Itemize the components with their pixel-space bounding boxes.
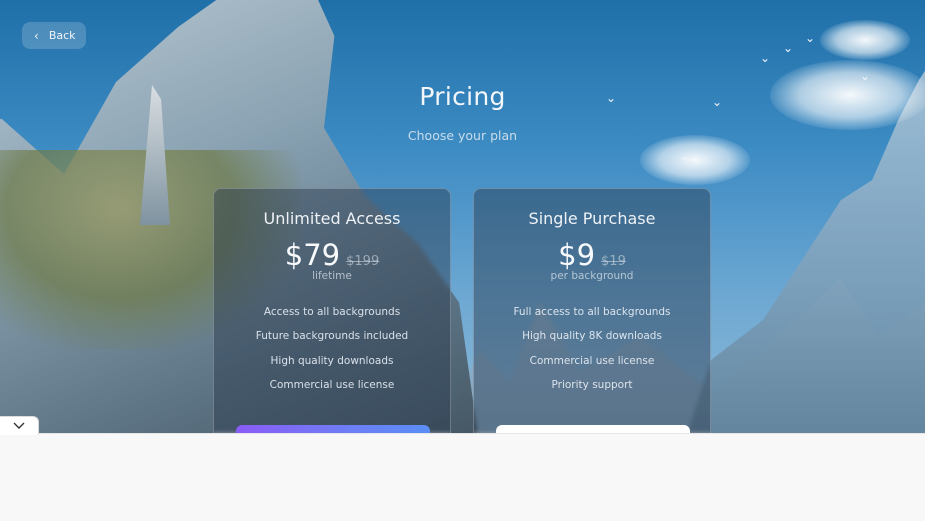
feature-item: Priority support — [551, 378, 633, 391]
plan-old-price: $19 — [601, 254, 626, 269]
chevron-down-icon — [13, 422, 25, 429]
feature-item: High quality 8K downloads — [522, 330, 662, 343]
feature-item: Commercial use license — [269, 378, 395, 391]
plan-name: Unlimited Access — [263, 209, 401, 228]
plan-name: Single Purchase — [528, 209, 656, 228]
feature-item: Access to all backgrounds — [263, 306, 401, 318]
bird-icon: ⌄ — [680, 149, 691, 163]
feature-item: Future backgrounds included — [255, 330, 409, 343]
feature-item: Commercial use license — [529, 354, 655, 367]
bird-icon: ⌄ — [805, 31, 816, 45]
bird-icon: ⌄ — [760, 51, 771, 65]
price-row: $9 $19 — [474, 238, 710, 272]
feature-list: Access to all backgrounds Future backgro… — [214, 305, 450, 402]
back-label: Back — [48, 29, 76, 42]
plan-price: $9 — [558, 238, 596, 272]
bottom-panel — [0, 433, 925, 521]
price-row: $79 $199 — [214, 238, 450, 272]
plan-old-price: $199 — [346, 254, 380, 269]
collapse-toggle[interactable] — [0, 416, 39, 435]
feature-item: High quality downloads — [270, 354, 394, 367]
plan-price: $79 — [284, 238, 341, 272]
plan-period: per background — [550, 270, 634, 282]
plan-card-unlimited: Unlimited Access $79 $199 lifetime Acces… — [213, 188, 451, 455]
bird-icon: ⌄ — [783, 41, 794, 55]
feature-list: Full access to all backgrounds High qual… — [474, 305, 710, 402]
cloud — [820, 20, 910, 60]
feature-item: Full access to all backgrounds — [513, 306, 671, 318]
plan-period: lifetime — [312, 270, 352, 282]
page-title: Pricing — [419, 82, 506, 111]
bird-icon: ⌄ — [860, 69, 871, 83]
chevron-left-icon: ‹ — [34, 28, 39, 43]
back-button[interactable]: ‹ Back — [22, 22, 86, 49]
plan-card-single: Single Purchase $9 $19 per background Fu… — [473, 188, 711, 455]
page-subtitle: Choose your plan — [407, 128, 518, 143]
hero-background: ⌄ ⌄ ⌄ ⌄ ⌄ ⌄ ⌄ — [0, 0, 925, 433]
